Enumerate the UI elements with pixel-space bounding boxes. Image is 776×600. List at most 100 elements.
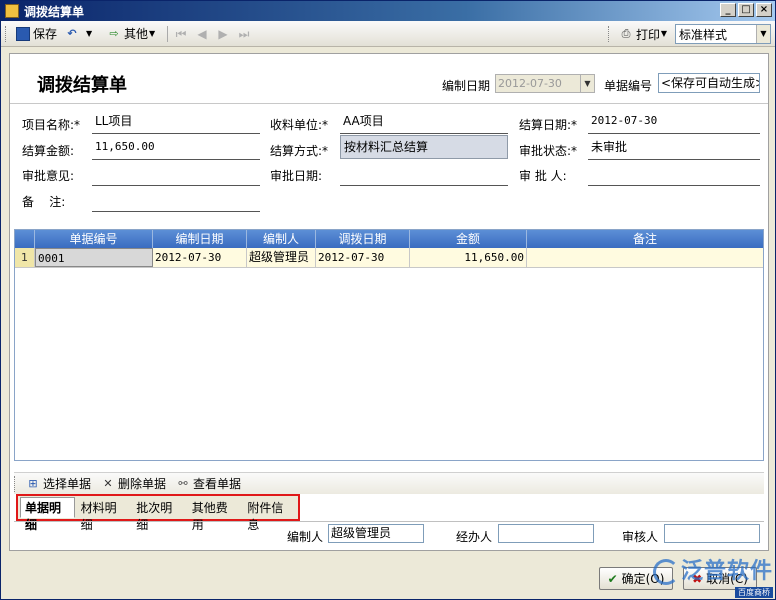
other-icon: ⇨ [109, 26, 119, 40]
approver-label: 审 批 人: [519, 169, 567, 183]
approve-date-field[interactable] [340, 162, 508, 186]
status-label: 审批状态:* [519, 144, 578, 158]
page-title: 调拨结算单 [37, 75, 127, 96]
grid-toolbar: ⊞ 选择单据 ✕ 删除单据 ⚯ 查看单据 [14, 472, 764, 494]
logo-text: 泛普软件 [681, 559, 774, 584]
print-button[interactable]: ⎙ 打印 ▼ [615, 24, 675, 44]
last-record-icon[interactable]: ⏭ [235, 27, 253, 41]
approver-field[interactable] [588, 162, 760, 186]
doc-no-field[interactable]: <保存可自动生成> [658, 73, 760, 93]
maker-label: 编制人 [287, 530, 324, 544]
tab-doc-detail[interactable]: 单据明细 [20, 497, 75, 532]
print-label: 打印 [635, 27, 660, 42]
tab-other-fees[interactable]: 其他费用 [187, 497, 242, 532]
column-header[interactable]: 调拨日期 [316, 230, 410, 248]
tab-batch-detail[interactable]: 批次明细 [131, 497, 186, 532]
delete-icon: ✕ [103, 476, 113, 490]
view-icon: ⚯ [178, 476, 188, 490]
method-field[interactable]: 按材料汇总结算 [340, 135, 508, 159]
maximize-button[interactable]: □ [738, 3, 754, 17]
main-toolbar: 保存 ↶ ▼ ⇨ 其他 ▼ ⏮ ◀ ▶ ⏭ ⎙ 打印 ▼ 标准样式 ▼ [1, 21, 775, 47]
tab-material-detail[interactable]: 材料明细 [76, 497, 131, 532]
method-label: 结算方式:* [270, 144, 329, 158]
project-field[interactable]: LL项目 [92, 110, 260, 134]
document-grid: 单据编号 编制日期 编制人 调拨日期 金额 备注 1 0001 2012-07-… [14, 229, 764, 461]
receiver-field[interactable]: AA项目 [340, 110, 508, 134]
checker-field[interactable] [664, 524, 760, 543]
remark-field[interactable] [92, 188, 260, 212]
select-doc-label: 选择单据 [43, 477, 92, 491]
chevron-down-icon: ▼ [85, 28, 93, 38]
print-style-select[interactable]: 标准样式 ▼ [675, 24, 771, 44]
chevron-down-icon: ▼ [148, 28, 156, 38]
cell-remark[interactable] [527, 248, 763, 267]
handler-label: 经办人 [456, 530, 493, 544]
amount-field[interactable]: 11,650.00 [92, 136, 260, 160]
view-doc-button[interactable]: ⚯ 查看单据 [171, 474, 246, 494]
footer-divider [14, 521, 764, 522]
title-bar: 调拨结算单 _ □ × [1, 1, 775, 21]
form-content: 调拨结算单 编制日期 2012-07-30 ▼ 单据编号 <保存可自动生成> 项… [9, 53, 769, 551]
chevron-down-icon: ▼ [756, 25, 770, 43]
header-divider [10, 103, 768, 104]
first-record-icon[interactable]: ⏮ [172, 27, 190, 41]
cell-maker[interactable]: 超级管理员 [247, 248, 316, 267]
amount-label: 结算金额: [22, 144, 75, 158]
handler-field[interactable] [498, 524, 594, 543]
delete-doc-button[interactable]: ✕ 删除单据 [96, 474, 171, 494]
close-button[interactable]: × [756, 3, 772, 17]
cell-date[interactable]: 2012-07-30 [153, 248, 247, 267]
toolbar-separator [167, 25, 169, 42]
select-doc-button[interactable]: ⊞ 选择单据 [21, 474, 96, 494]
save-button[interactable]: 保存 [12, 24, 61, 44]
corner-badge[interactable]: 百度商桥 [735, 587, 773, 598]
chevron-down-icon: ▼ [660, 29, 668, 38]
remark-label: 备 注: [22, 195, 66, 209]
prev-record-icon[interactable]: ◀ [193, 27, 211, 41]
cell-transfer-date[interactable]: 2012-07-30 [316, 248, 410, 267]
doc-no-label: 单据编号 [604, 79, 653, 93]
date-label: 编制日期 [442, 79, 491, 93]
save-label: 保存 [33, 27, 58, 41]
row-number: 1 [15, 248, 35, 267]
column-header[interactable]: 金额 [410, 230, 527, 248]
minimize-button[interactable]: _ [720, 3, 736, 17]
window-controls: _ □ × [720, 3, 772, 17]
undo-button[interactable]: ↶ ▼ [61, 24, 103, 44]
approve-date-label: 审批日期: [270, 169, 323, 183]
maker-field[interactable]: 超级管理员 [328, 524, 424, 543]
receiver-label: 收料单位:* [270, 118, 329, 132]
cell-doc-no[interactable]: 0001 [35, 248, 153, 267]
settle-date-label: 结算日期:* [519, 118, 578, 132]
opinion-field[interactable] [92, 162, 260, 186]
other-label: 其他 [124, 27, 149, 41]
date-value: 2012-07-30 [498, 77, 562, 90]
chevron-down-icon: ▼ [580, 75, 594, 92]
printer-icon: ⎙ [621, 27, 631, 40]
undo-icon: ↶ [67, 26, 77, 40]
table-row[interactable]: 1 0001 2012-07-30 超级管理员 2012-07-30 11,65… [15, 248, 763, 268]
grid-corner [15, 230, 35, 248]
settle-date-field[interactable]: 2012-07-30 [588, 110, 760, 134]
window-title: 调拨结算单 [24, 4, 85, 19]
cell-amount[interactable]: 11,650.00 [410, 248, 527, 267]
toolbar-grip [607, 26, 611, 42]
detail-tabs: 单据明细 材料明细 批次明细 其他费用 附件信息 [16, 494, 300, 532]
other-menu-button[interactable]: ⇨ 其他 ▼ [103, 24, 163, 44]
column-header[interactable]: 编制人 [247, 230, 316, 248]
status-field[interactable]: 未审批 [588, 136, 760, 160]
opinion-label: 审批意见: [22, 169, 75, 183]
app-icon [5, 4, 19, 18]
column-header[interactable]: 单据编号 [35, 230, 153, 248]
check-icon: ✔ [607, 571, 618, 586]
toolbar-grip [14, 475, 17, 492]
column-header[interactable]: 备注 [527, 230, 763, 248]
tab-attachments[interactable]: 附件信息 [242, 497, 297, 532]
column-header[interactable]: 编制日期 [153, 230, 247, 248]
delete-doc-label: 删除单据 [118, 477, 167, 491]
logo-swirl-icon [653, 559, 679, 585]
date-picker[interactable]: 2012-07-30 ▼ [495, 74, 595, 93]
project-label: 项目名称:* [22, 118, 81, 132]
toolbar-grip [5, 25, 8, 42]
next-record-icon[interactable]: ▶ [214, 27, 232, 41]
